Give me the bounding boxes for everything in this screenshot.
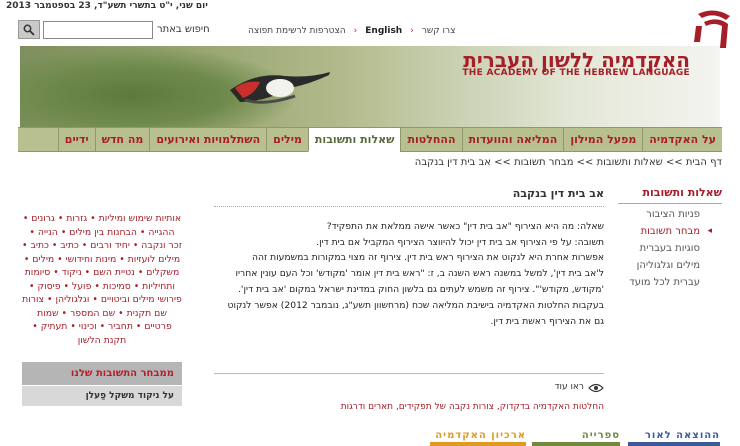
nav-events[interactable]: השתלמויות ואירועים xyxy=(149,128,266,151)
article-title: אב בית דין בנקבה xyxy=(214,186,604,207)
tag-cloud[interactable]: אותיות שימוש ומיליות • גזרות • גרונים • … xyxy=(22,212,182,347)
article-question: שאלה: מה היא הצירוף "אב בית דין" כאשר אי… xyxy=(326,220,604,232)
footer-publishing[interactable]: ההוצאה לאור xyxy=(628,430,720,446)
article-paragraph: אפשרות אחרת היא לנקוט את הצירוף ראש בית … xyxy=(251,252,604,264)
english-link[interactable]: English xyxy=(365,26,402,36)
footer-archive-label: ארכיון האקדמיה xyxy=(435,430,526,441)
search-label: חיפוש באתר xyxy=(157,24,210,35)
see-also: ראו עוד החלטות האקדמיה בדקדוק, צורות נקב… xyxy=(214,373,604,416)
sidebar-item-public-requests[interactable]: פניות הציבור xyxy=(618,204,722,221)
nav-words[interactable]: מילים xyxy=(266,128,308,151)
nav-news[interactable]: מה חדש xyxy=(94,128,150,151)
nav-plenum[interactable]: המליאה והוועדות xyxy=(461,128,564,151)
featured-answers-box: ממבחר התשובות שלנו על ניקוד משקל פַעלן xyxy=(22,362,182,406)
sidebar-item-issues[interactable]: סוגיות בעברית xyxy=(618,238,722,255)
woodpecker-image xyxy=(230,72,330,104)
mailing-list-link[interactable]: הצטרפות לרשימת תפוצה xyxy=(248,26,346,36)
article-paragraph: גם את הצירוף ראשת בית דין. xyxy=(490,315,604,327)
article-paragraph: ל'אב בית דין', למשל במשנה ראש השנה ב, ז:… xyxy=(235,268,604,280)
search-icon xyxy=(23,24,35,36)
main-nav: על האקדמיה מפעל המילון המליאה והוועדות ה… xyxy=(18,127,722,152)
article-paragraph: 'מקודש, מקודש'". צירוף זה משמש לעתים גם … xyxy=(238,283,604,295)
nav-about[interactable]: על האקדמיה xyxy=(642,128,722,151)
footer-library-label: ספרייה xyxy=(581,430,620,441)
nav-qa[interactable]: שאלות ותשובות xyxy=(307,128,401,152)
date-label: יום שני, י"ט בתשרי תשע"ד, 23 בספטמבר 201… xyxy=(6,1,208,11)
sidebar-item-hebrew-for-all[interactable]: עברית לכל מועד xyxy=(618,272,722,289)
footer-archive[interactable]: ארכיון האקדמיה xyxy=(430,430,526,446)
sidebar-item-selected-answers[interactable]: מבחר תשובות xyxy=(618,221,722,238)
search-input[interactable] xyxy=(43,20,153,39)
top-links: הצטרפות לרשימת תפוצה › English › צרו קשר xyxy=(248,26,455,36)
nav-decisions[interactable]: ההחלטות xyxy=(400,128,461,151)
footer-library[interactable]: ספרייה xyxy=(532,430,620,446)
see-also-links[interactable]: החלטות האקדמיה בדקדוק, צורות נקבה של תפק… xyxy=(214,400,604,416)
article-paragraph: בעקבות החלטות האקדמיה בישיבת המליאה שכח … xyxy=(227,299,604,311)
link-separator: › xyxy=(353,26,358,36)
contact-link[interactable]: צרו קשר xyxy=(422,26,456,36)
nav-dictionary[interactable]: מפעל המילון xyxy=(563,128,642,151)
sidebar-title: שאלות ותשובות xyxy=(618,186,722,204)
nav-yedi[interactable]: ידיים xyxy=(57,128,95,151)
academy-logo-icon[interactable] xyxy=(694,8,734,50)
sidebar: שאלות ותשובות פניות הציבור מבחר תשובות ס… xyxy=(618,186,722,289)
article-answer: תשובה: על פי הצירוף אב בית דין יכול להיו… xyxy=(316,236,604,248)
eye-icon xyxy=(588,383,604,392)
search-button[interactable] xyxy=(18,20,40,39)
search-bar: חיפוש באתר xyxy=(18,20,210,39)
footer-publishing-label: ההוצאה לאור xyxy=(644,430,720,441)
link-separator: › xyxy=(410,26,414,36)
article: אב בית דין בנקבה שאלה: מה היא הצירוף "אב… xyxy=(214,186,604,412)
see-also-label: ראו עוד xyxy=(554,382,584,392)
sidebar-item-words[interactable]: מילים וגלגוליהן xyxy=(618,255,722,272)
featured-answers-title[interactable]: ממבחר התשובות שלנו xyxy=(22,362,182,386)
logo-english-text: THE ACADEMY OF THE HEBREW LANGUAGE xyxy=(462,68,690,78)
featured-answer-link[interactable]: על ניקוד משקל פַעלן xyxy=(22,386,182,406)
breadcrumb: דף הבית >> שאלות ותשובות >> מבחר תשובות … xyxy=(414,157,722,168)
page: יום שני, י"ט בתשרי תשע"ד, 23 בספטמבר 201… xyxy=(0,0,740,446)
